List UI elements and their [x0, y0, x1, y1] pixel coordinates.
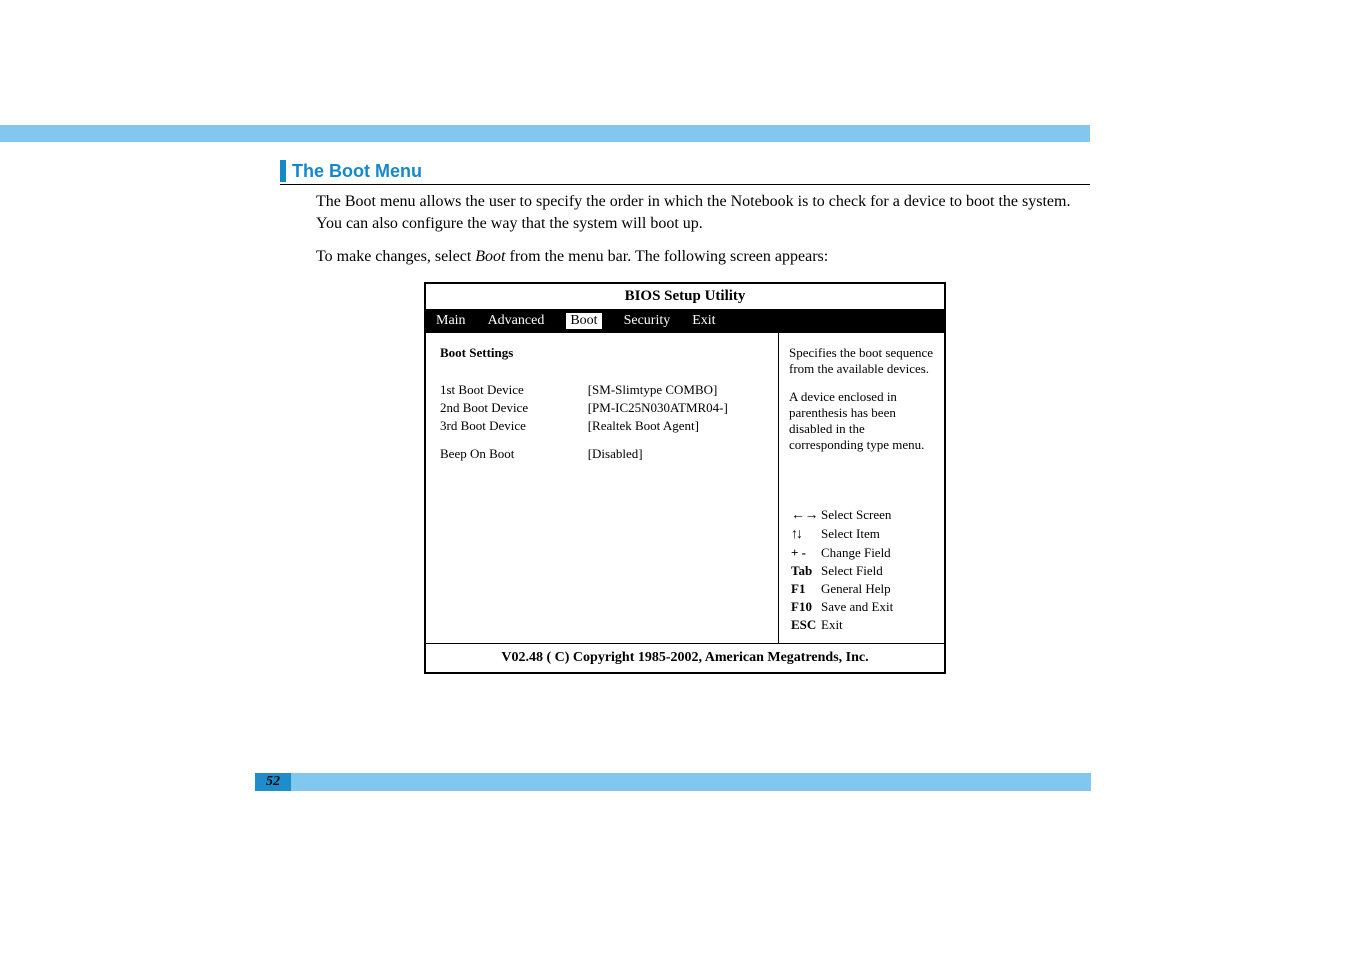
p2-em: Boot	[475, 248, 505, 265]
bios-setup-utility: BIOS Setup Utility Main Advanced Boot Se…	[424, 282, 946, 674]
key-desc: Select Screen	[821, 507, 897, 524]
tab-main[interactable]: Main	[436, 313, 466, 329]
help-text-2: A device enclosed in parenthesis has bee…	[789, 389, 936, 453]
table-row[interactable]: 3rd Boot Device [Realtek Boot Agent]	[440, 417, 768, 435]
p2-pre: To make changes, select	[316, 248, 475, 265]
key-desc: Exit	[821, 617, 897, 633]
beep-value[interactable]: [Disabled]	[548, 445, 768, 463]
page-content: The Boot Menu The Boot menu allows the u…	[280, 160, 1090, 674]
help-text-1: Specifies the boot sequence from the ava…	[789, 345, 936, 377]
footer-accent-bar	[255, 773, 1091, 791]
intro-paragraph-2: To make changes, select Boot from the me…	[316, 246, 1090, 268]
key-label: + -	[791, 545, 815, 561]
row-label: 2nd Boot Device	[440, 399, 548, 417]
bios-settings-pane: Boot Settings 1st Boot Device [SM-Slimty…	[426, 333, 779, 643]
row-label: 3rd Boot Device	[440, 417, 548, 435]
key-desc: Select Field	[821, 563, 897, 579]
row-value[interactable]: [PM-IC25N030ATMR04-]	[548, 399, 768, 417]
page-number: 52	[255, 773, 291, 791]
intro-paragraph-1: The Boot menu allows the user to specify…	[316, 191, 1090, 234]
table-row[interactable]: Beep On Boot [Disabled]	[440, 445, 768, 463]
row-value[interactable]: [SM-Slimtype COMBO]	[548, 381, 768, 399]
tab-exit[interactable]: Exit	[692, 313, 715, 329]
row-label: 1st Boot Device	[440, 381, 548, 399]
table-row[interactable]: 2nd Boot Device [PM-IC25N030ATMR04-]	[440, 399, 768, 417]
tab-boot[interactable]: Boot	[566, 313, 601, 329]
boot-settings-heading: Boot Settings	[440, 345, 768, 361]
bios-copyright: V02.48 ( C) Copyright 1985-2002, America…	[426, 643, 944, 672]
tab-security[interactable]: Security	[624, 313, 671, 329]
section-title-wrapper: The Boot Menu	[280, 160, 1090, 185]
key-row: Tab Select Field	[791, 563, 897, 579]
key-row: ← → Select Screen	[791, 507, 897, 524]
key-label: Tab	[791, 563, 815, 579]
beep-label: Beep On Boot	[440, 445, 548, 463]
key-row: ↑↓ Select Item	[791, 526, 897, 543]
bios-body: Boot Settings 1st Boot Device [SM-Slimty…	[426, 333, 944, 643]
title-accent-bar	[280, 160, 286, 182]
top-accent-bar	[0, 125, 1090, 142]
key-desc: Save and Exit	[821, 599, 897, 615]
key-row: + - Change Field	[791, 545, 897, 561]
tab-advanced[interactable]: Advanced	[488, 313, 545, 329]
key-row: ESC Exit	[791, 617, 897, 633]
bios-help-text: Specifies the boot sequence from the ava…	[789, 345, 936, 465]
key-desc: Select Item	[821, 526, 897, 543]
key-row: F10 Save and Exit	[791, 599, 897, 615]
arrows-left-right-icon: ← →	[791, 508, 815, 524]
key-label: F1	[791, 581, 815, 597]
key-label: ESC	[791, 617, 815, 633]
section-title: The Boot Menu	[292, 161, 422, 182]
bios-app-title: BIOS Setup Utility	[426, 284, 944, 309]
row-value[interactable]: [Realtek Boot Agent]	[548, 417, 768, 435]
p2-post: from the menu bar. The following screen …	[505, 248, 828, 265]
key-row: F1 General Help	[791, 581, 897, 597]
bios-menubar[interactable]: Main Advanced Boot Security Exit	[426, 309, 944, 333]
arrows-up-down-icon: ↑↓	[791, 527, 815, 543]
bios-key-legend: ← → Select Screen ↑↓ Select Item + - Cha…	[789, 505, 936, 635]
key-desc: General Help	[821, 581, 897, 597]
key-desc: Change Field	[821, 545, 897, 561]
key-label: F10	[791, 599, 815, 615]
boot-settings-table: 1st Boot Device [SM-Slimtype COMBO] 2nd …	[440, 381, 768, 463]
bios-help-pane: Specifies the boot sequence from the ava…	[779, 333, 944, 643]
table-row[interactable]: 1st Boot Device [SM-Slimtype COMBO]	[440, 381, 768, 399]
